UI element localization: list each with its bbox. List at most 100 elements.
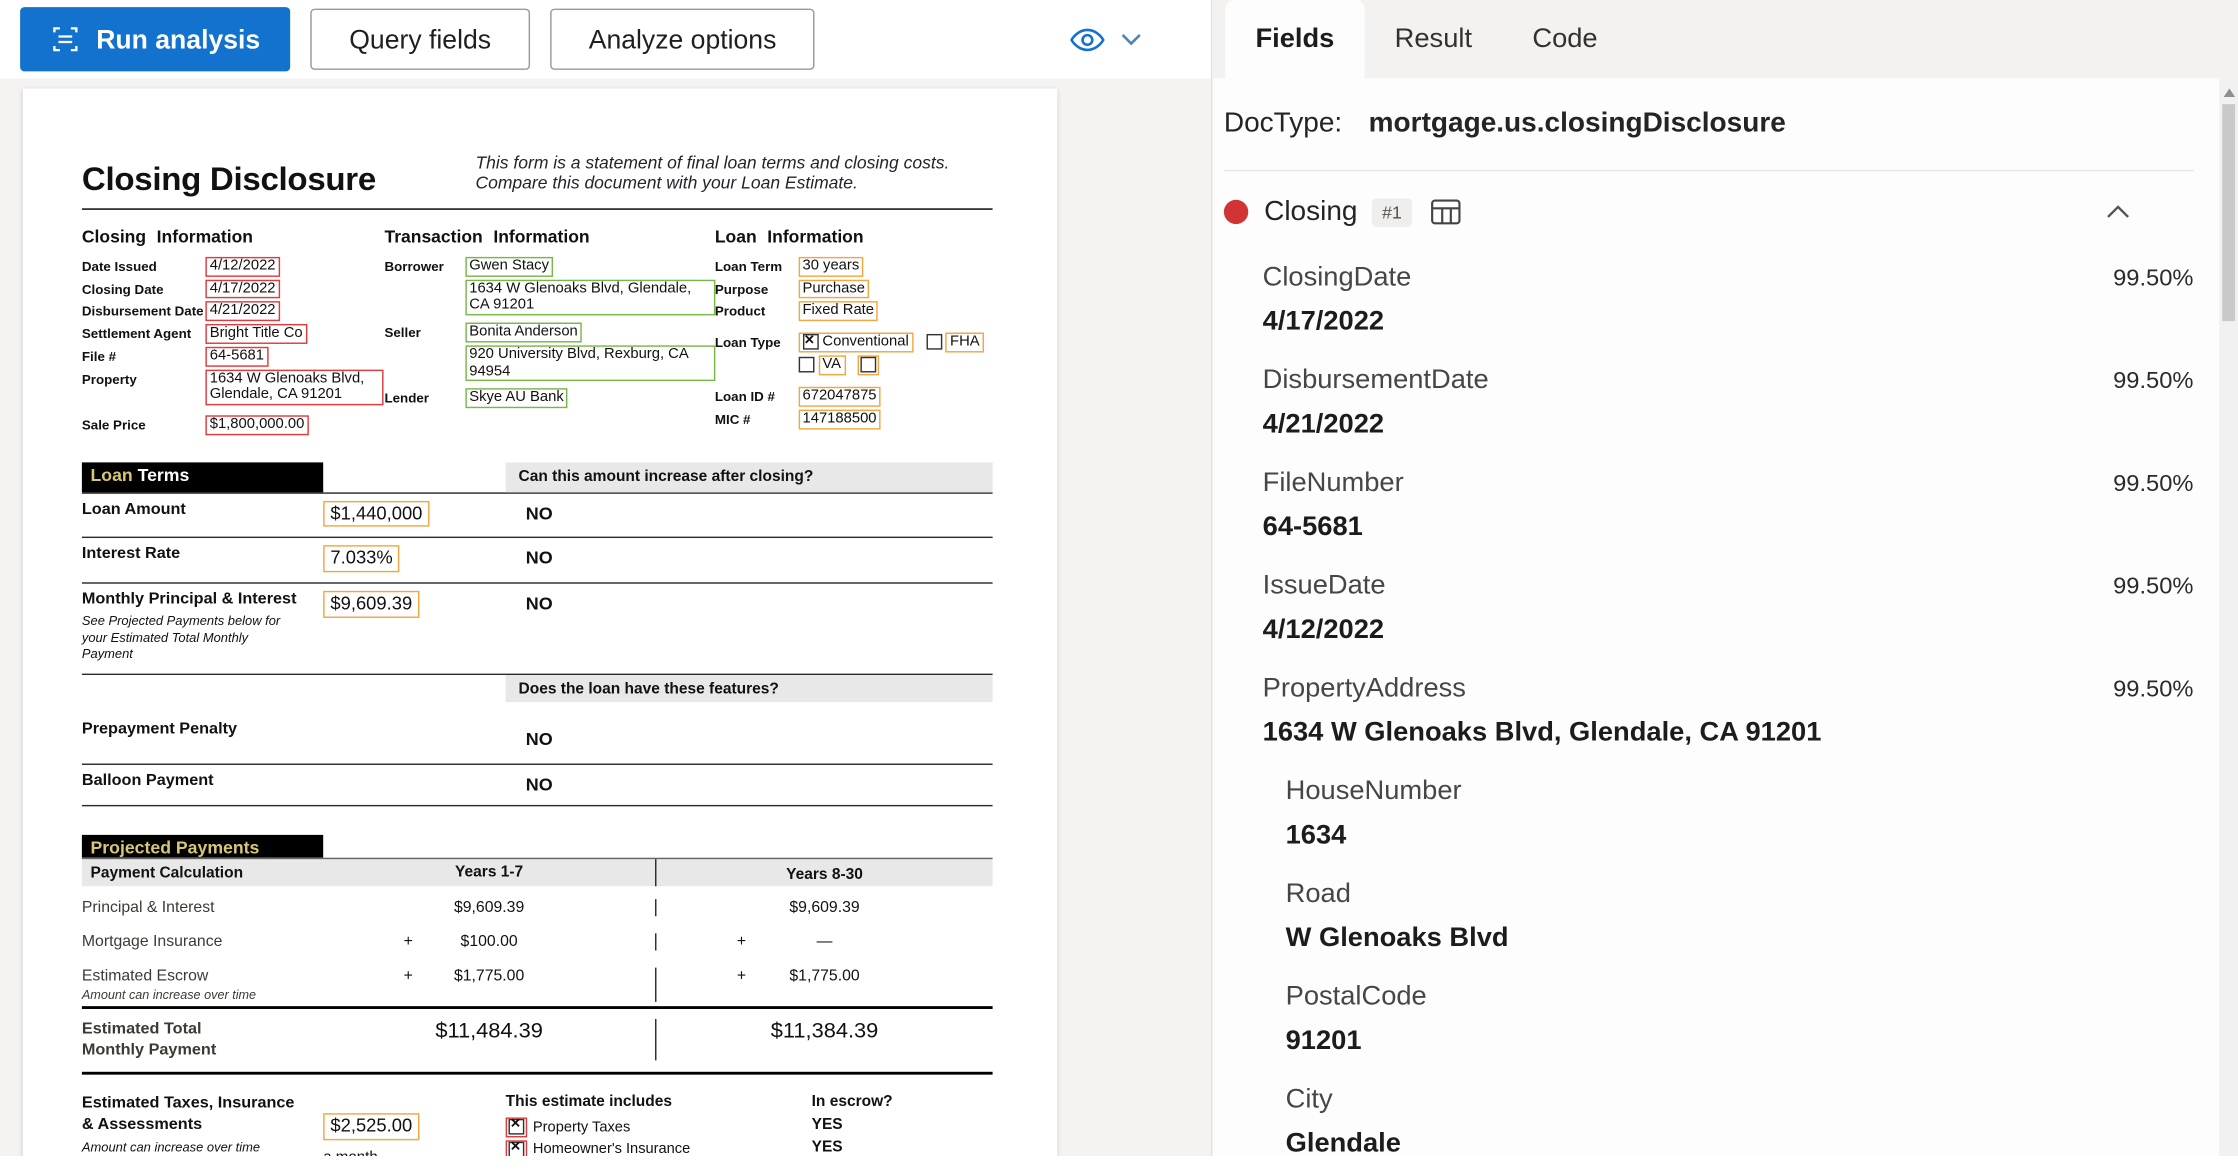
field-annotation[interactable]: 1634 W Glenoaks Blvd, Glendale, CA 91201: [205, 369, 384, 406]
field-annotation[interactable]: Skye AU Bank: [464, 388, 569, 409]
row-answer: NO: [525, 548, 553, 569]
field-annotation[interactable]: 1634 W Glenoaks Blvd, Glendale, CA 91201: [464, 279, 715, 316]
closing-group-header[interactable]: Closing #1: [1223, 196, 2194, 229]
table-row: Mortgage Insurance + $100.00 + —: [82, 921, 993, 955]
divider: [1223, 169, 2194, 172]
field-name: IssueDate: [1262, 570, 1386, 601]
field-annotation[interactable]: 672047875: [798, 386, 881, 407]
info-row: Closing Date 4/17/2022: [82, 279, 385, 299]
eye-icon[interactable]: [1069, 26, 1106, 52]
plus-sign: +: [736, 967, 747, 985]
field-annotation[interactable]: $1,800,000.00: [205, 415, 309, 436]
row-label: Balloon Payment: [81, 772, 214, 790]
field-row-closingdate[interactable]: ClosingDate 99.50% 4/17/2022: [1224, 248, 2194, 351]
info-label: Seller: [384, 325, 421, 340]
field-annotation[interactable]: [505, 1118, 528, 1138]
doctype-value: mortgage.us.closingDisclosure: [1368, 107, 1786, 139]
checkbox-checked-icon: [802, 333, 819, 350]
row-label: Estimated Taxes, Insurance & Assessments: [81, 1095, 295, 1134]
field-annotation[interactable]: [505, 1140, 528, 1156]
field-name: City: [1285, 1084, 1333, 1115]
field-annotation[interactable]: 4/12/2022: [205, 256, 280, 277]
info-row: Settlement Agent Bright Title Co: [82, 324, 385, 344]
field-name: HouseNumber: [1285, 776, 1462, 807]
run-analysis-label: Run analysis: [96, 23, 261, 54]
loan-terms-header: Loan Terms: [81, 462, 324, 493]
field-row-road[interactable]: Road W Glenoaks Blvd: [1224, 865, 2194, 968]
chevron-down-icon[interactable]: [1120, 32, 1142, 46]
row-answer: NO: [525, 729, 553, 750]
field-annotation[interactable]: Fixed Rate: [798, 301, 879, 322]
info-label: Product: [714, 304, 766, 319]
field-annotation[interactable]: FHA: [945, 333, 984, 353]
field-annotation[interactable]: Purchase: [798, 279, 870, 299]
scrollbar[interactable]: [2219, 78, 2238, 1156]
cell-value: $1,775.00: [789, 967, 860, 985]
info-label: Sale Price: [81, 418, 146, 433]
app: Run analysis Query fields Analyze option…: [0, 0, 2238, 1159]
field-annotation[interactable]: 7.033%: [323, 545, 400, 573]
cell-value: —: [816, 933, 833, 951]
doctype-label: DocType:: [1223, 107, 1343, 139]
field-row-disbursementdate[interactable]: DisbursementDate 99.50% 4/21/2022: [1224, 351, 2194, 454]
scrollbar-thumb[interactable]: [2222, 104, 2236, 322]
field-annotation[interactable]: VA: [818, 355, 846, 376]
info-row: Sale Price $1,800,000.00: [81, 415, 385, 436]
field-annotation[interactable]: Conventional: [798, 333, 914, 353]
field-annotation[interactable]: $2,525.00: [323, 1113, 420, 1141]
field-row-housenumber[interactable]: HouseNumber 1634: [1224, 762, 2194, 865]
info-row: Loan Term 30 years: [715, 256, 993, 277]
scroll-up-icon[interactable]: [2222, 88, 2235, 98]
info-row: Date Issued 4/12/2022: [82, 256, 385, 277]
cell-value: $100.00: [460, 933, 518, 951]
field-name: PostalCode: [1285, 981, 1427, 1012]
divider: [81, 208, 993, 210]
field-annotation[interactable]: Gwen Stacy: [464, 256, 554, 277]
field-annotation[interactable]: Bright Title Co: [205, 324, 307, 344]
info-row: Seller Bonita Anderson 920 University Bl…: [384, 322, 715, 382]
info-label: Settlement Agent: [81, 327, 192, 342]
query-fields-button[interactable]: Query fields: [310, 8, 530, 70]
checkbox-icon: [861, 357, 877, 373]
total-value: $11,384.39: [770, 1019, 879, 1044]
field-annotation[interactable]: 920 University Blvd, Rexburg, CA 94954: [464, 345, 715, 382]
field-annotation[interactable]: $1,440,000: [323, 500, 430, 528]
field-annotation[interactable]: [858, 355, 880, 375]
col-header: Years 1-7: [323, 859, 657, 887]
field-annotation[interactable]: Bonita Anderson: [464, 322, 583, 343]
field-annotation[interactable]: 64-5681: [205, 346, 269, 367]
field-row-propertyaddress[interactable]: PropertyAddress 99.50% 1634 W Glenoaks B…: [1224, 659, 2194, 762]
field-annotation[interactable]: 147188500: [798, 409, 881, 429]
includes-heading: This estimate includes: [505, 1093, 672, 1111]
loan-terms-question: Can this amount increase after closing?: [505, 462, 993, 493]
field-row-filenumber[interactable]: FileNumber 99.50% 64-5681: [1224, 454, 2194, 557]
panel-tabbar: Fields Result Code: [1212, 0, 2238, 79]
row-label: Prepayment Penalty: [81, 720, 238, 738]
table-row: Estimated Escrow Amount can increase ove…: [82, 955, 993, 1006]
field-row-postalcode[interactable]: PostalCode 91201: [1224, 968, 2194, 1071]
field-annotation[interactable]: 30 years: [798, 256, 864, 277]
checkbox-icon: [798, 357, 814, 373]
field-annotation[interactable]: 4/17/2022: [205, 279, 280, 299]
row-label: Mortgage Insurance: [81, 933, 223, 951]
analyze-options-button[interactable]: Analyze options: [549, 8, 816, 70]
table-view-icon[interactable]: [1431, 198, 1461, 225]
run-analysis-button[interactable]: Run analysis: [20, 7, 291, 72]
tab-fields[interactable]: Fields: [1225, 0, 1365, 79]
tab-code[interactable]: Code: [1502, 0, 1628, 78]
field-value: W Glenoaks Blvd: [1285, 923, 1509, 954]
field-value: 4/17/2022: [1262, 306, 1385, 337]
tab-result[interactable]: Result: [1365, 0, 1503, 78]
field-row-issuedate[interactable]: IssueDate 99.50% 4/12/2022: [1224, 557, 2194, 660]
field-annotation[interactable]: $9,609.39: [323, 590, 420, 618]
table-row: Balloon Payment NO: [81, 763, 993, 805]
include-item: Property Taxes: [505, 1117, 812, 1139]
field-confidence: 99.50%: [2113, 573, 2194, 600]
field-annotation[interactable]: 4/21/2022: [205, 301, 280, 322]
doc-title: Closing Disclosure: [81, 159, 376, 197]
field-value: 91201: [1285, 1026, 1362, 1057]
field-name: FileNumber: [1262, 468, 1404, 499]
field-row-city[interactable]: City Glendale: [1224, 1070, 2194, 1173]
chevron-up-icon[interactable]: [2106, 204, 2130, 220]
projected-payments-table: Projected Payments Payment Calculation Y…: [81, 835, 993, 1076]
